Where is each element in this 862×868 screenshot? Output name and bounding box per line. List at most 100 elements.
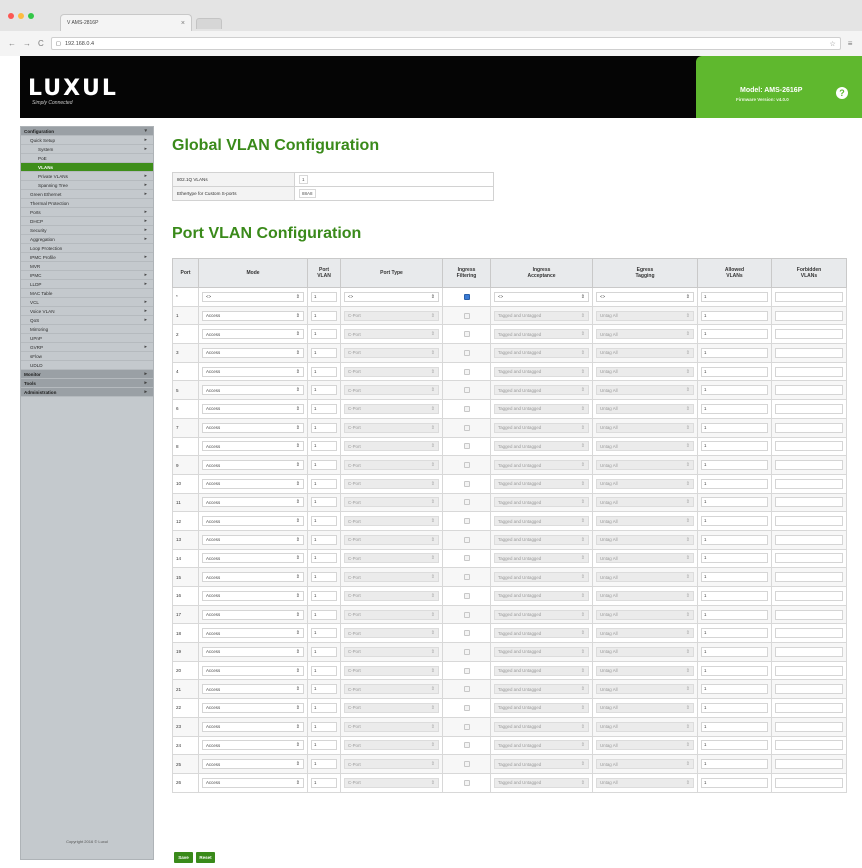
port-type-select[interactable]: C-Port ⇕: [344, 366, 439, 377]
ingress-filtering-checkbox[interactable]: [463, 312, 470, 319]
sidebar-item-poe[interactable]: PoE: [21, 154, 153, 163]
bookmark-star-icon[interactable]: ☆: [830, 40, 836, 48]
close-tab-icon[interactable]: ×: [181, 20, 185, 27]
mode-select[interactable]: Access ⇕: [202, 646, 304, 657]
allowed-vlans-input[interactable]: 1: [701, 422, 768, 433]
egress-tagging-select[interactable]: Untag All ⇕: [596, 310, 694, 321]
port-vlan-input[interactable]: 1: [311, 403, 337, 414]
port-vlan-input[interactable]: 1: [311, 609, 337, 620]
egress-tagging-select[interactable]: Untag All ⇕: [596, 441, 694, 452]
forbidden-vlans-input[interactable]: [775, 347, 843, 358]
forbidden-vlans-input[interactable]: [775, 721, 843, 732]
ingress-acceptance-select[interactable]: Tagged and Untagged ⇕: [494, 572, 589, 583]
egress-tagging-select[interactable]: Untag All ⇕: [596, 385, 694, 396]
sidebar-item-mac-table[interactable]: MAC Table: [21, 289, 153, 298]
sidebar-item-loop-protection[interactable]: Loop Protection: [21, 244, 153, 253]
ingress-filtering-checkbox[interactable]: [463, 499, 470, 506]
mode-select[interactable]: Access ⇕: [202, 721, 304, 732]
port-vlan-input[interactable]: 1: [311, 684, 337, 695]
forbidden-vlans-input[interactable]: [775, 702, 843, 713]
port-vlan-input[interactable]: 1: [311, 347, 337, 358]
port-type-select[interactable]: C-Port ⇕: [344, 441, 439, 452]
port-vlan-input[interactable]: 1: [311, 366, 337, 377]
port-type-select[interactable]: C-Port ⇕: [344, 403, 439, 414]
port-vlan-input[interactable]: 1: [311, 572, 337, 583]
ingress-acceptance-select[interactable]: Tagged and Untagged ⇕: [494, 366, 589, 377]
allowed-vlans-input[interactable]: 1: [701, 366, 768, 377]
ingress-acceptance-select[interactable]: Tagged and Untagged ⇕: [494, 759, 589, 770]
mode-select[interactable]: Access ⇕: [202, 609, 304, 620]
forbidden-vlans-input[interactable]: [775, 460, 843, 471]
allowed-vlans-input[interactable]: 1: [701, 347, 768, 358]
forbidden-vlans-input[interactable]: [775, 516, 843, 527]
allowed-vlans-input[interactable]: 1: [701, 385, 768, 396]
ingress-acceptance-select[interactable]: Tagged and Untagged ⇕: [494, 441, 589, 452]
address-bar[interactable]: ▢ 192.168.0.4 ☆: [50, 37, 841, 50]
forbidden-vlans-input[interactable]: [775, 478, 843, 489]
save-button[interactable]: Save: [174, 852, 193, 863]
allowed-vlans-input[interactable]: 1: [701, 684, 768, 695]
port-type-select[interactable]: C-Port ⇕: [344, 534, 439, 545]
forbidden-vlans-input[interactable]: [775, 497, 843, 508]
ingress-acceptance-select[interactable]: Tagged and Untagged ⇕: [494, 721, 589, 732]
sidebar-item-vcl[interactable]: VCL ▸: [21, 298, 153, 307]
egress-tagging-select[interactable]: Untag All ⇕: [596, 347, 694, 358]
ingress-filtering-checkbox[interactable]: [463, 536, 470, 543]
forbidden-vlans-input[interactable]: [775, 291, 843, 302]
mode-select[interactable]: <> ⇕: [202, 291, 304, 302]
mode-select[interactable]: Access ⇕: [202, 628, 304, 639]
port-vlan-input[interactable]: 1: [311, 422, 337, 433]
mode-select[interactable]: Access ⇕: [202, 590, 304, 601]
port-vlan-input[interactable]: 1: [311, 291, 337, 302]
port-type-select[interactable]: C-Port ⇕: [344, 740, 439, 751]
egress-tagging-select[interactable]: Untag All ⇕: [596, 721, 694, 732]
mode-select[interactable]: Access ⇕: [202, 460, 304, 471]
allowed-vlans-input[interactable]: 1: [701, 534, 768, 545]
egress-tagging-select[interactable]: Untag All ⇕: [596, 497, 694, 508]
port-type-select[interactable]: C-Port ⇕: [344, 460, 439, 471]
ingress-filtering-checkbox[interactable]: [463, 686, 470, 693]
close-window-button[interactable]: [8, 13, 14, 19]
egress-tagging-select[interactable]: Untag All ⇕: [596, 702, 694, 713]
mode-select[interactable]: Access ⇕: [202, 422, 304, 433]
allowed-vlans-input[interactable]: 1: [701, 478, 768, 489]
forbidden-vlans-input[interactable]: [775, 385, 843, 396]
port-vlan-input[interactable]: 1: [311, 516, 337, 527]
sidebar-item-monitor[interactable]: Monitor ▸: [21, 370, 153, 379]
port-type-select[interactable]: C-Port ⇕: [344, 702, 439, 713]
port-type-select[interactable]: C-Port ⇕: [344, 516, 439, 527]
egress-tagging-select[interactable]: <> ⇕: [596, 291, 694, 302]
ingress-filtering-checkbox[interactable]: [463, 592, 470, 599]
ingress-acceptance-select[interactable]: Tagged and Untagged ⇕: [494, 385, 589, 396]
ingress-acceptance-select[interactable]: Tagged and Untagged ⇕: [494, 497, 589, 508]
port-vlan-input[interactable]: 1: [311, 665, 337, 676]
mode-select[interactable]: Access ⇕: [202, 702, 304, 713]
sidebar-item-security[interactable]: Security ▸: [21, 226, 153, 235]
sidebar-item-thermal-protection[interactable]: Thermal Protection: [21, 199, 153, 208]
port-vlan-input[interactable]: 1: [311, 646, 337, 657]
sidebar-item-voice-vlan[interactable]: Voice VLAN ▸: [21, 307, 153, 316]
port-type-select[interactable]: <> ⇕: [344, 291, 439, 302]
ingress-acceptance-select[interactable]: Tagged and Untagged ⇕: [494, 590, 589, 601]
ingress-filtering-checkbox[interactable]: [463, 368, 470, 375]
egress-tagging-select[interactable]: Untag All ⇕: [596, 534, 694, 545]
allowed-vlans-input[interactable]: 1: [701, 553, 768, 564]
egress-tagging-select[interactable]: Untag All ⇕: [596, 740, 694, 751]
allowed-access-vlans-field[interactable]: 1: [299, 175, 308, 184]
forbidden-vlans-input[interactable]: [775, 665, 843, 676]
ingress-acceptance-select[interactable]: Tagged and Untagged ⇕: [494, 310, 589, 321]
ingress-acceptance-select[interactable]: Tagged and Untagged ⇕: [494, 609, 589, 620]
mode-select[interactable]: Access ⇕: [202, 366, 304, 377]
reload-icon[interactable]: C: [38, 39, 44, 48]
port-vlan-input[interactable]: 1: [311, 310, 337, 321]
allowed-vlans-input[interactable]: 1: [701, 590, 768, 601]
mode-select[interactable]: Access ⇕: [202, 516, 304, 527]
forbidden-vlans-input[interactable]: [775, 740, 843, 751]
ingress-filtering-checkbox[interactable]: [463, 462, 470, 469]
sidebar-item-quick-setup[interactable]: Quick Setup ▸: [21, 136, 153, 145]
mode-select[interactable]: Access ⇕: [202, 310, 304, 321]
ingress-filtering-checkbox[interactable]: [463, 630, 470, 637]
new-tab-button[interactable]: [196, 18, 222, 29]
ingress-filtering-checkbox[interactable]: [463, 349, 470, 356]
ingress-acceptance-select[interactable]: Tagged and Untagged ⇕: [494, 628, 589, 639]
